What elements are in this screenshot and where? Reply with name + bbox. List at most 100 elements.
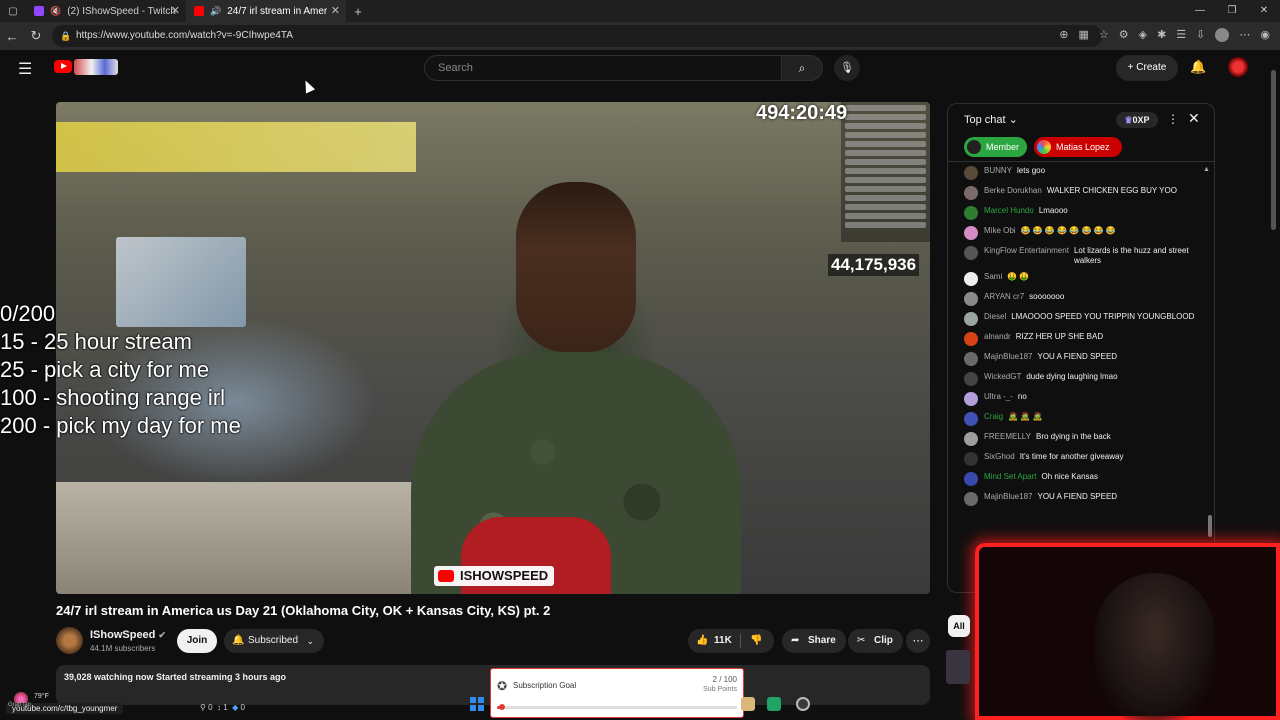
chat-message[interactable]: BUNNY lets goo [948,163,1214,183]
chat-author-name[interactable]: Diesel [984,312,1006,322]
search-input[interactable]: Search [424,55,782,81]
close-tab-icon[interactable]: ✕ [171,4,180,17]
more-menu-icon[interactable]: ⋯ [1239,28,1250,42]
chat-author-name[interactable]: BUNNY [984,166,1012,176]
chat-author-avatar[interactable] [964,472,978,486]
chat-message[interactable]: MajinBlue187 YOU A FIEND SPEED [948,349,1214,369]
collections-icon[interactable]: ☰ [1176,28,1186,42]
account-avatar[interactable] [1228,57,1248,77]
chat-message[interactable]: Craig 🧟 🧟 🧟 [948,409,1214,429]
chat-author-name[interactable]: Ultra -_- [984,392,1013,402]
chat-author-name[interactable]: Craig [984,412,1003,422]
chat-author-name[interactable]: Berke Dorukhan [984,186,1042,196]
chat-filter-all[interactable]: All [948,615,970,637]
create-button[interactable]: + Create [1116,55,1178,81]
chat-author-avatar[interactable] [964,372,978,386]
chat-message[interactable]: Mike Obi 😂 😂 😂 😂 😂 😂 😂 😂 [948,223,1214,243]
voice-search-button[interactable]: 🎙 [834,55,860,81]
chat-author-avatar[interactable] [964,412,978,426]
chat-author-avatar[interactable] [964,352,978,366]
chat-author-avatar[interactable] [964,332,978,346]
chat-more-icon[interactable]: ⋮ [1167,112,1179,126]
chat-author-avatar[interactable] [964,292,978,306]
search-button[interactable]: ⌕ [781,55,823,81]
tab-youtube[interactable]: 🔊 24/7 irl stream in America us ✕ [186,0,346,22]
chat-author-name[interactable]: MajinBlue187 [984,492,1032,502]
back-icon[interactable]: ← [0,29,24,44]
copilot-icon[interactable]: ◉ [1260,28,1270,42]
obs-icon[interactable] [796,697,810,711]
chat-author-avatar[interactable] [964,246,978,260]
chat-author-name[interactable]: WickedGT [984,372,1021,382]
chat-message[interactable]: MajinBlue187 YOU A FIEND SPEED [948,489,1214,509]
chat-author-avatar[interactable] [964,452,978,466]
chat-author-avatar[interactable] [964,432,978,446]
share-button[interactable]: ➦ Share [782,629,846,653]
chat-message[interactable]: Marcel Hundo Lmaooo [948,203,1214,223]
chat-author-avatar[interactable] [964,312,978,326]
chat-mode-selector[interactable]: Top chat ⌄ [964,113,1018,126]
channel-avatar[interactable] [56,627,83,654]
mute-icon[interactable]: 🔇 [50,6,61,17]
donor-chip[interactable]: Matias Lopez [1034,137,1122,157]
chat-author-avatar[interactable] [964,186,978,200]
close-chat-icon[interactable]: ✕ [1188,110,1200,127]
close-window-icon[interactable]: ✕ [1248,0,1280,22]
tab-twitch[interactable]: 🔇 (2) IShowSpeed - Twitch ✕ [26,0,186,22]
chat-author-avatar[interactable] [964,226,978,240]
extension-icon[interactable]: ⚙ [1119,28,1129,42]
chat-scrollbar[interactable] [1208,515,1212,537]
subscribed-button[interactable]: 🔔 Subscribed ⌄ [224,629,324,653]
shield-icon[interactable]: ◈ [1139,28,1147,42]
chat-author-name[interactable]: Marcel Hundo [984,206,1034,216]
chat-author-name[interactable]: SixGhod [984,452,1015,462]
chat-author-name[interactable]: alnandr [984,332,1011,342]
notifications-bell-icon[interactable]: 🔔 [1190,59,1206,75]
new-tab-button[interactable]: + [346,4,370,19]
page-scrollbar[interactable] [1271,70,1276,230]
chat-message[interactable]: Ultra -_- no [948,389,1214,409]
chat-message[interactable]: alnandr RIZZ HER UP SHE BAD [948,329,1214,349]
tab-actions-icon[interactable]: ▢ [0,6,26,17]
youtube-logo[interactable] [54,60,72,73]
extensions-puzzle-icon[interactable]: ✱ [1157,28,1166,42]
thumbs-down-icon[interactable]: 👎 [750,629,762,653]
clip-button[interactable]: ✂ Clip [848,629,903,653]
taskbar-app-icon[interactable] [741,697,755,711]
chat-author-name[interactable]: Mike Obi [984,226,1016,236]
chat-message[interactable]: Berke Dorukhan WALKER CHICKEN EGG BUY YOO [948,183,1214,203]
chat-message[interactable]: FREEMELLY Bro dying in the back [948,429,1214,449]
thumbs-up-icon[interactable]: 👍 [696,629,708,653]
youtube-doodle[interactable] [74,59,118,75]
url-field[interactable]: 🔒 https://www.youtube.com/watch?v=-9CIhw… [52,25,1102,47]
chat-message[interactable]: Diesel LMAOOOO SPEED YOU TRIPPIN YOUNGBLO… [948,309,1214,329]
chat-author-name[interactable]: ARYAN cr7 [984,292,1024,302]
favorite-star-icon[interactable]: ☆ [1099,28,1109,42]
member-chip[interactable]: Member [964,137,1028,157]
maximize-icon[interactable]: ❐ [1216,0,1248,22]
chat-message[interactable]: SixGhod It's time for another giveaway [948,449,1214,469]
menu-icon[interactable]: ☰ [18,59,32,79]
chat-message[interactable]: ARYAN cr7 sooooooo [948,289,1214,309]
chat-author-name[interactable]: Mind Set Apart [984,472,1036,482]
chat-author-name[interactable]: Sami [984,272,1002,282]
xp-badge[interactable]: ♛0XP [1116,112,1158,128]
channel-name[interactable]: IShowSpeed ✔ [90,629,166,641]
translate-icon[interactable]: ⊕ [1059,28,1068,42]
chat-author-name[interactable]: MajinBlue187 [984,352,1032,362]
downloads-icon[interactable]: ⇩ [1196,28,1205,42]
chat-author-name[interactable]: KingFlow Entertainment [984,246,1069,256]
chat-author-name[interactable]: FREEMELLY [984,432,1031,442]
profile-avatar[interactable] [1215,28,1230,42]
like-count[interactable]: 11K [714,629,732,653]
chat-message[interactable]: Mind Set Apart Oh nice Kansas [948,469,1214,489]
chat-message[interactable]: Sami 🤑 🤑 [948,269,1214,289]
reload-icon[interactable]: ↻ [24,28,48,44]
close-tab-icon[interactable]: ✕ [331,4,340,17]
chat-author-avatar[interactable] [964,272,978,286]
join-button[interactable]: Join [177,629,217,653]
minimize-icon[interactable]: — [1184,0,1216,22]
apps-icon[interactable]: ▦ [1078,28,1088,42]
excel-icon[interactable] [767,697,781,711]
more-actions-button[interactable]: ⋯ [906,629,930,653]
